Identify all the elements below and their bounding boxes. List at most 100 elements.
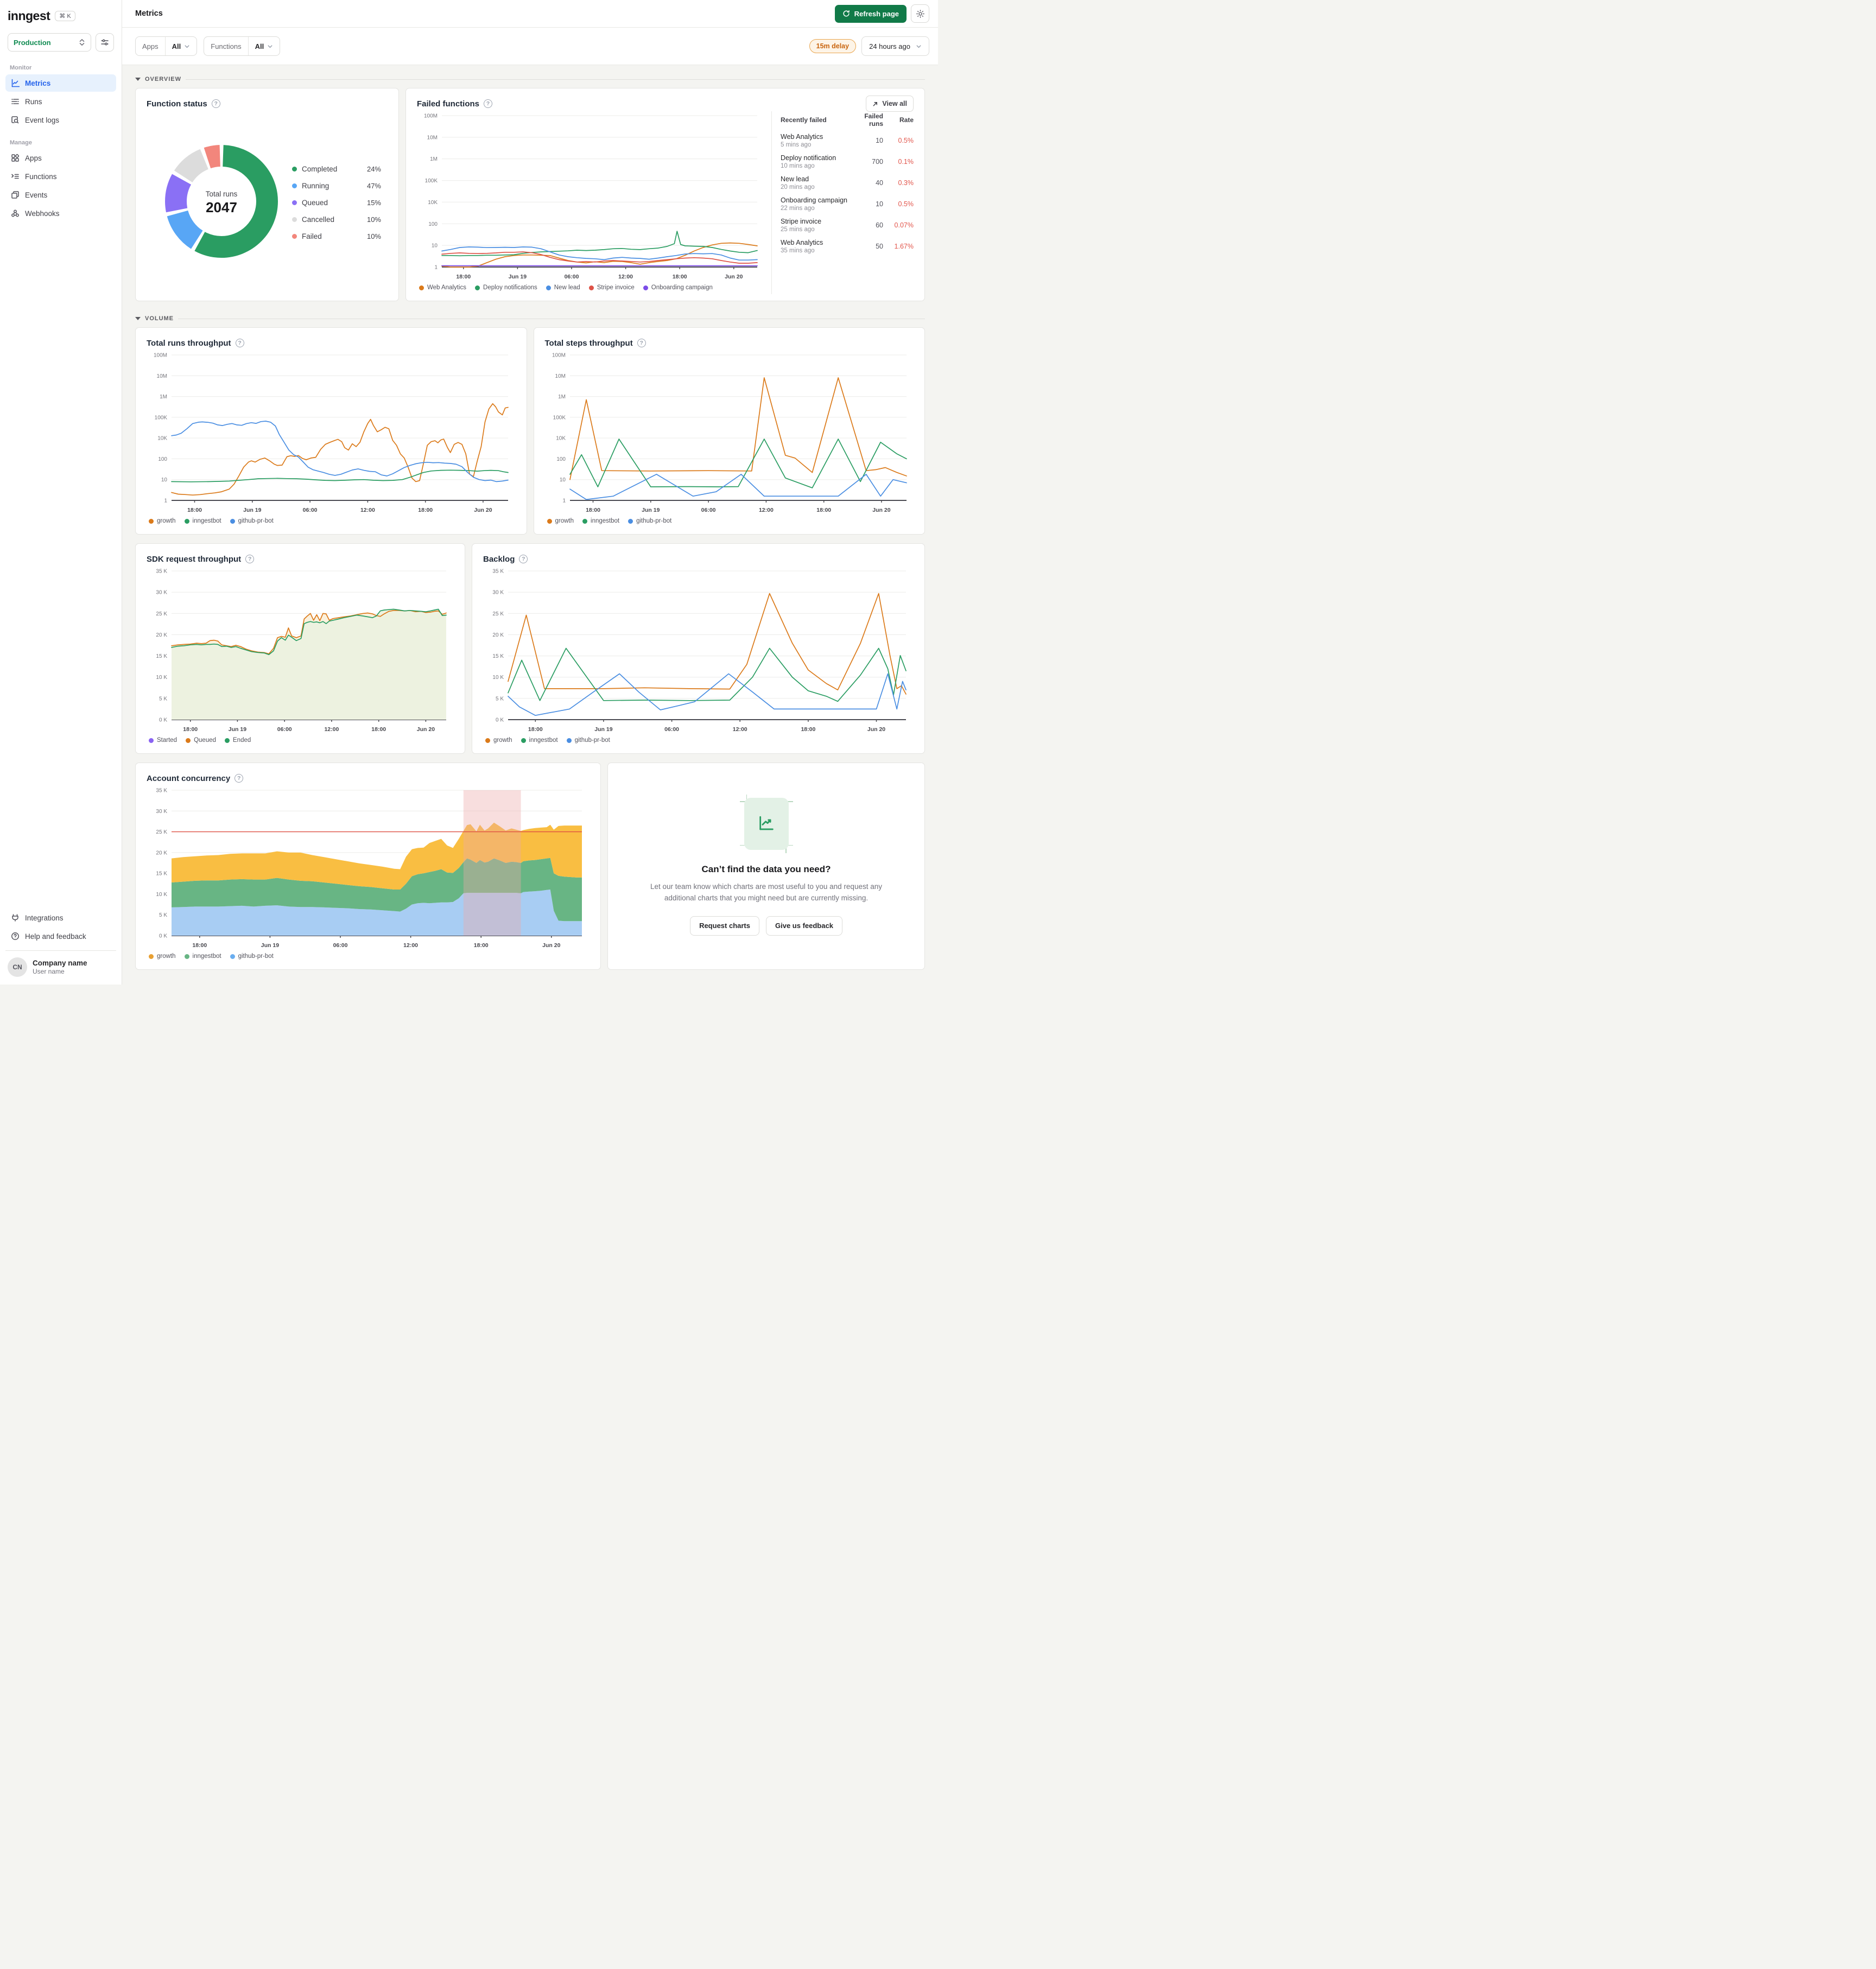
help-icon[interactable]: ? [245, 555, 255, 563]
legend-item[interactable]: Deploy notifications [475, 284, 537, 291]
legend-item[interactable]: Ended [225, 737, 251, 744]
failed-function-time: 20 mins ago [781, 183, 815, 190]
view-all-button[interactable]: View all [866, 96, 914, 112]
legend-item[interactable]: Cancelled 10% [292, 211, 381, 228]
help-icon[interactable]: ? [234, 774, 244, 783]
legend-item[interactable]: github-pr-bot [566, 737, 610, 744]
help-icon[interactable]: ? [484, 99, 493, 108]
failed-runs-count: 10 [876, 136, 883, 144]
total-runs-chart[interactable]: 1 10 100 10K 100K 1M 10M 100M 18:00 Jun 19 06:00 12… [147, 351, 516, 515]
legend-item[interactable]: growth [485, 737, 512, 744]
sidebar-item-runs[interactable]: Runs [5, 93, 116, 110]
svg-text:5 K: 5 K [159, 912, 167, 918]
sidebar-item-apps[interactable]: Apps [5, 149, 116, 167]
account-concurrency-chart[interactable]: 0 K 5 K 10 K 15 K 20 K 25 K 30 K 35 K 18:00 Jun 1… [147, 786, 590, 950]
legend-item[interactable]: Queued 15% [292, 194, 381, 211]
sidebar-item-event-logs[interactable]: Event logs [5, 111, 116, 129]
svg-text:100: 100 [158, 456, 167, 462]
legend-item[interactable]: inngestbot [521, 737, 558, 744]
settings-button[interactable] [911, 4, 929, 23]
sidebar-section-manage: Manage [10, 139, 32, 146]
svg-text:Jun 19: Jun 19 [261, 942, 279, 949]
svg-text:35 K: 35 K [492, 569, 504, 575]
failed-function-name: Stripe invoice [781, 217, 822, 225]
sidebar-item-metrics[interactable]: Metrics [5, 74, 116, 92]
legend-item[interactable]: Onboarding campaign [643, 284, 713, 291]
svg-text:18:00: 18:00 [192, 942, 207, 949]
sidebar-item-webhooks[interactable]: Webhooks [5, 205, 116, 222]
table-row[interactable]: Onboarding campaign 22 mins ago 10 0.5% [781, 193, 914, 214]
sdk-request-chart[interactable]: 0 K 5 K 10 K 15 K 20 K 25 K 30 K 35 K 18:00 Jun 1… [147, 567, 454, 734]
feedback-body: Let our team know which charts are most … [650, 882, 882, 902]
refresh-page-button[interactable]: Refresh page [834, 4, 907, 23]
legend-item[interactable]: github-pr-bot [628, 518, 671, 524]
legend-item[interactable]: Running 47% [292, 177, 381, 194]
overview-section-header[interactable]: OVERVIEW [129, 71, 931, 88]
svg-text:20 K: 20 K [492, 632, 504, 638]
total-steps-chart[interactable]: 1 10 100 10K 100K 1M 10M 100M 18:00 Jun 19 06:00 12… [545, 351, 914, 515]
filter-bar: Apps All Functions All 15m delay 24 hour… [122, 28, 938, 65]
request-charts-button[interactable]: Request charts [690, 916, 759, 936]
legend-item[interactable]: Completed 24% [292, 161, 381, 177]
sidebar-item-label: Webhooks [25, 209, 60, 218]
command-k-shortcut-badge[interactable]: ⌘ K [55, 11, 75, 21]
svg-text:18:00: 18:00 [801, 726, 815, 733]
help-icon[interactable]: ? [235, 339, 244, 347]
help-icon[interactable]: ? [211, 99, 220, 108]
chart-legend: growth inngestbot github-pr-bot [545, 515, 914, 528]
failure-rate: 0.1% [898, 157, 914, 166]
table-row[interactable]: Web Analytics 35 mins ago 50 1.67% [781, 236, 914, 257]
table-row[interactable]: Deploy notification 10 mins ago 700 0.1% [781, 151, 914, 172]
legend-item[interactable]: github-pr-bot [230, 518, 274, 524]
legend-item[interactable]: growth [149, 953, 176, 960]
volume-section-header[interactable]: VOLUME [129, 310, 931, 327]
sidebar-item-label: Metrics [25, 79, 51, 87]
table-row[interactable]: Web Analytics 5 mins ago 10 0.5% [781, 130, 914, 151]
time-range-selector[interactable]: 24 hours ago [861, 36, 929, 56]
legend-item[interactable]: inngestbot [184, 953, 221, 960]
document-search-icon [11, 116, 19, 124]
account-menu[interactable]: CN Company name User name [5, 950, 116, 979]
gear-icon [916, 9, 924, 18]
legend-item[interactable]: Queued [186, 737, 216, 744]
failed-function-name: New lead [781, 175, 809, 183]
legend-item[interactable]: Stripe invoice [588, 284, 635, 291]
legend-item[interactable]: Web Analytics [419, 284, 466, 291]
svg-text:06:00: 06:00 [664, 726, 679, 733]
give-feedback-button[interactable]: Give us feedback [765, 916, 842, 936]
apps-filter[interactable]: Apps All [135, 36, 198, 56]
chart-line-icon [11, 79, 20, 87]
table-row[interactable]: Stripe invoice 25 mins ago 60 0.07% [781, 214, 914, 236]
environment-selector[interactable]: Production [8, 33, 91, 52]
legend-item[interactable]: inngestbot [582, 518, 619, 524]
legend-item[interactable]: inngestbot [184, 518, 221, 524]
svg-text:12:00: 12:00 [403, 942, 418, 949]
svg-text:18:00: 18:00 [816, 507, 831, 513]
svg-text:18:00: 18:00 [586, 507, 600, 513]
table-row[interactable]: New lead 20 mins ago 40 0.3% [781, 172, 914, 193]
legend-item[interactable]: New lead [546, 284, 580, 291]
backlog-chart[interactable]: 0 K 5 K 10 K 15 K 20 K 25 K 30 K 35 K 18:00 Jun 1… [483, 567, 914, 734]
collapse-caret-icon [135, 78, 141, 81]
legend-item[interactable]: Started [149, 737, 177, 744]
functions-filter[interactable]: Functions All [204, 36, 281, 56]
legend-item[interactable]: github-pr-bot [230, 953, 274, 960]
sidebar-item-integrations[interactable]: Integrations [5, 909, 116, 926]
legend-item[interactable]: growth [547, 518, 574, 524]
legend-item[interactable]: Failed 10% [292, 228, 381, 245]
environment-filter-button[interactable] [96, 33, 114, 52]
sidebar: inngest ⌘ K Production Monitor Metrics R… [0, 0, 122, 984]
help-icon[interactable]: ? [519, 555, 528, 563]
failed-functions-chart[interactable]: 1 10 100 10K 100K 1M 10M 100M 18:00 Jun 19 06:00 12… [417, 111, 765, 281]
svg-text:Jun 19: Jun 19 [509, 274, 527, 280]
legend-item[interactable]: growth [149, 518, 176, 524]
functions-filter-value: All [255, 42, 264, 50]
svg-text:100K: 100K [425, 178, 438, 184]
function-status-donut[interactable] [156, 136, 287, 269]
chevron-down-icon [268, 45, 272, 48]
help-icon[interactable]: ? [637, 339, 646, 347]
failed-function-name: Deploy notification [781, 154, 836, 162]
sidebar-item-functions[interactable]: Functions [5, 168, 116, 185]
sidebar-item-events[interactable]: Events [5, 186, 116, 204]
sidebar-item-help[interactable]: Help and feedback [5, 928, 116, 945]
